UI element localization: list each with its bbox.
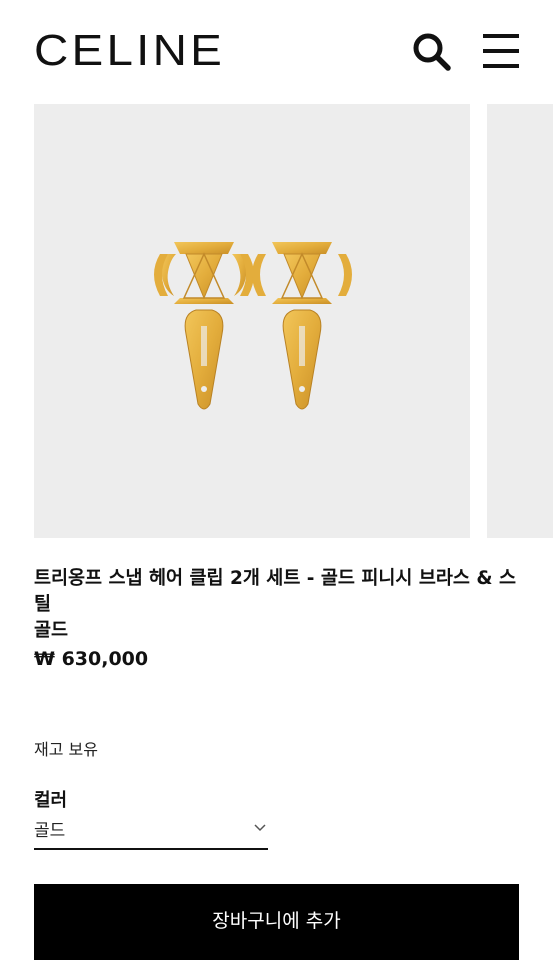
product-title: 트리옹프 스냅 헤어 클립 2개 세트 - 골드 피니시 브라스 & 스틸 xyxy=(34,568,516,615)
stock-status: 재고 보유 xyxy=(34,740,98,759)
right-hair-clip xyxy=(252,242,352,410)
product-image-carousel[interactable] xyxy=(0,104,553,538)
product-color-name: 골드 xyxy=(34,620,69,641)
site-header: CELINE xyxy=(0,0,553,104)
product-info: 트리옹프 스냅 헤어 클립 2개 세트 - 골드 피니시 브라스 & 스틸 골드… xyxy=(34,566,524,674)
color-select-value: 골드 xyxy=(34,821,66,841)
color-label: 컬러 xyxy=(34,790,68,811)
celine-logo[interactable]: CELINE xyxy=(34,26,225,76)
next-image-slide-peek[interactable] xyxy=(487,104,553,538)
triomphe-hair-clips-image xyxy=(154,242,352,410)
add-to-cart-button[interactable]: 장바구니에 추가 xyxy=(34,884,519,960)
chevron-down-icon xyxy=(254,824,266,832)
color-select-dropdown[interactable]: 골드 xyxy=(34,812,268,850)
product-price: ₩ 630,000 xyxy=(34,648,149,670)
search-icon xyxy=(413,33,451,71)
menu-button[interactable] xyxy=(482,32,520,70)
product-image-slide[interactable] xyxy=(34,104,470,538)
left-hair-clip xyxy=(154,242,254,410)
search-button[interactable] xyxy=(410,30,452,72)
hamburger-menu-icon xyxy=(483,34,519,68)
